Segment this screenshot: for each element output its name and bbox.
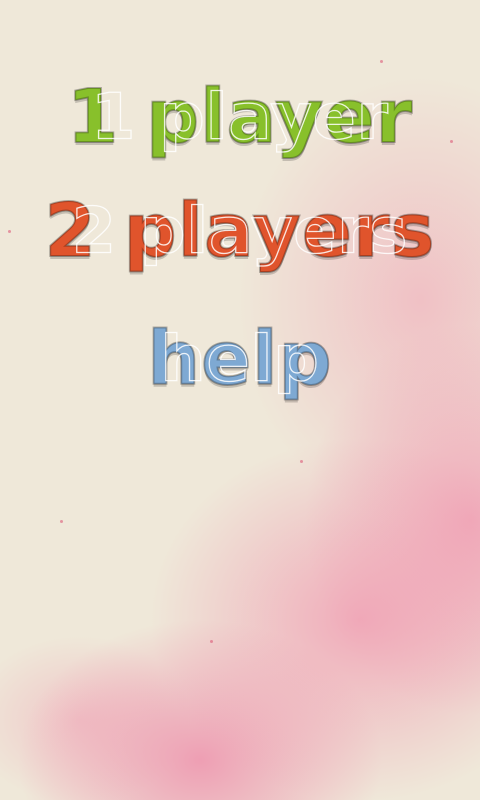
- help-button[interactable]: help help: [0, 314, 480, 404]
- one-player-label: 1 player: [66, 73, 414, 161]
- two-players-button[interactable]: 2 players 2 players: [0, 186, 480, 276]
- paper-speck: [380, 60, 383, 63]
- paper-speck: [300, 460, 303, 463]
- paper-speck: [60, 520, 63, 523]
- paper-speck: [210, 640, 213, 643]
- main-menu-screen: 1 player 1 player 2 players 2 players he…: [0, 0, 480, 800]
- help-label: help: [146, 315, 333, 403]
- one-player-button[interactable]: 1 player 1 player: [0, 72, 480, 162]
- two-players-label: 2 players: [43, 187, 436, 275]
